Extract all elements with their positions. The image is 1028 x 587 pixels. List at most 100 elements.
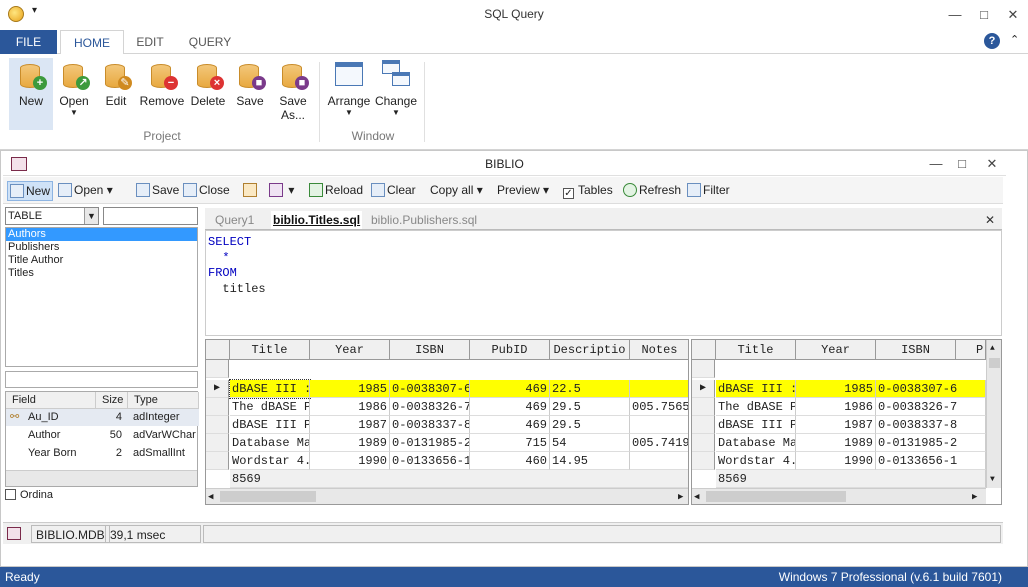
delete-button[interactable]: × Delete	[189, 58, 227, 128]
arrange-button[interactable]: Arrange ▼	[326, 58, 372, 128]
tab-biblio-titles[interactable]: biblio.Titles.sql	[271, 211, 363, 229]
grid-cell[interactable]: 1987	[796, 416, 876, 434]
scroll-left-arrow-icon[interactable]: ◀	[694, 490, 699, 504]
grid-cell[interactable]: dBASE III P	[716, 416, 796, 434]
scroll-up-arrow-icon[interactable]: ▲	[990, 344, 995, 353]
sql-editor[interactable]: SELECT * FROM titles	[205, 230, 1002, 336]
tab-edit[interactable]: EDIT	[128, 30, 172, 55]
close-tab-icon[interactable]: ✕	[985, 211, 995, 229]
scrollbar-thumb[interactable]	[706, 491, 846, 502]
grid-cell[interactable]: 715	[470, 434, 550, 452]
grid-cell[interactable]: 0-0133656-1	[876, 452, 986, 470]
ordina-checkbox[interactable]: Ordina	[5, 489, 53, 501]
toolbar-reload-button[interactable]: Reload	[309, 181, 363, 201]
grid-cell[interactable]: 1987	[310, 416, 390, 434]
table-list[interactable]: Authors Publishers Title Author Titles	[5, 227, 198, 367]
result-grid-1[interactable]: Title Year ISBN PubID Descriptio Notes ▶…	[205, 339, 689, 505]
grid-column-header[interactable]: Year	[310, 340, 390, 360]
change-button[interactable]: Change ▼	[374, 58, 418, 128]
tab-query1[interactable]: Query1	[215, 211, 254, 229]
grid-column-header[interactable]: Notes	[630, 340, 688, 360]
grid-cell[interactable]: 1986	[310, 398, 390, 416]
grid-cell[interactable]: 0-0131985-2	[390, 434, 470, 452]
table-list-item[interactable]: Publishers	[6, 241, 197, 254]
grid-cell[interactable]: 1990	[796, 452, 876, 470]
grid-column-header[interactable]: Title	[716, 340, 796, 360]
grid-cell[interactable]: 0-0131985-2	[876, 434, 986, 452]
grid-column-header[interactable]: Year	[796, 340, 876, 360]
grid-column-header[interactable]: ISBN	[390, 340, 470, 360]
grid-cell[interactable]: 1989	[796, 434, 876, 452]
edit-button[interactable]: ✎ Edit	[99, 58, 133, 128]
tab-query[interactable]: QUERY	[180, 30, 240, 55]
chevron-down-icon[interactable]: ▼	[84, 208, 98, 224]
tab-home[interactable]: HOME	[60, 30, 124, 55]
grid-cell[interactable]: 0-0038337-8	[876, 416, 986, 434]
grid-cell[interactable]: The dBASE P	[716, 398, 796, 416]
grid-cell[interactable]: 469	[470, 398, 550, 416]
type-column-header[interactable]: Type	[128, 392, 199, 409]
grid-cell[interactable]: 0-0038307-6	[390, 380, 470, 398]
grid-cell[interactable]: Wordstar 4.	[716, 452, 796, 470]
grid-cell[interactable]: 1985	[796, 380, 876, 398]
toolbar-save-button[interactable]: Save ▾	[136, 181, 189, 201]
scrollbar-thumb[interactable]	[989, 358, 1000, 368]
toolbar-copy-all-button[interactable]: Copy all ▾	[430, 181, 483, 201]
toolbar-open-button[interactable]: Open ▾	[58, 181, 113, 201]
result-grid-2[interactable]: Title Year ISBN P ▶ dBASE III : 1985 0-0…	[691, 339, 1002, 505]
tab-file[interactable]: FILE	[0, 30, 57, 54]
tab-biblio-publishers[interactable]: biblio.Publishers.sql	[371, 211, 477, 229]
grid-cell[interactable]	[630, 380, 688, 398]
grid-cell[interactable]: 1986	[796, 398, 876, 416]
grid-column-header[interactable]: Descriptio	[550, 340, 630, 360]
grid-cell[interactable]	[630, 452, 688, 470]
open-button[interactable]: ↗ Open ▼	[56, 58, 92, 128]
scroll-left-arrow-icon[interactable]: ◀	[208, 490, 213, 504]
grid-horizontal-scrollbar[interactable]: ◀ ▶	[206, 488, 688, 504]
help-icon[interactable]: ?	[984, 33, 1000, 49]
grid-cell[interactable]: 005.7419	[630, 434, 688, 452]
toolbar-tables-checkbox[interactable]: ✓ Tables	[563, 181, 613, 201]
save-as-button[interactable]: ■ Save As...	[274, 58, 312, 128]
grid-horizontal-scrollbar[interactable]: ◀ ▶	[692, 488, 986, 504]
grid-cell[interactable]: 1990	[310, 452, 390, 470]
grid-cell[interactable]: 29.5	[550, 416, 630, 434]
grid-cell[interactable]: dBASE III :	[229, 379, 311, 399]
grid-cell[interactable]: 0-0133656-1	[390, 452, 470, 470]
toolbar-close-button[interactable]: Close	[183, 181, 230, 201]
grid-cell[interactable]: Database Ma	[230, 434, 310, 452]
table-list-item[interactable]: Titles	[6, 267, 197, 280]
toolbar-filter-button[interactable]: Filter	[687, 181, 730, 201]
grid-cell[interactable]: Wordstar 4.	[230, 452, 310, 470]
scroll-right-arrow-icon[interactable]: ▶	[678, 490, 683, 504]
close-button[interactable]: ✕	[998, 4, 1028, 26]
grid-cell[interactable]: 1985	[310, 380, 390, 398]
field-filter-input[interactable]	[5, 371, 198, 388]
field-list-scrollbar[interactable]	[6, 470, 197, 486]
scroll-right-arrow-icon[interactable]: ▶	[972, 490, 977, 504]
grid-cell[interactable]: 0-0038326-7	[390, 398, 470, 416]
grid-cell[interactable]	[630, 416, 688, 434]
toolbar-export-button[interactable]: ▾	[269, 181, 294, 201]
table-list-item[interactable]: Title Author	[6, 254, 197, 267]
grid-cell[interactable]: 460	[470, 452, 550, 470]
ribbon-collapse-icon[interactable]: ⌃	[1010, 33, 1019, 46]
field-column-header[interactable]: Field	[6, 392, 96, 409]
grid-column-header[interactable]: ISBN	[876, 340, 956, 360]
grid-cell[interactable]: 0-0038307-6	[876, 380, 986, 398]
grid-vertical-scrollbar[interactable]: ▲ ▼	[986, 340, 1001, 488]
grid-cell[interactable]: dBASE III P	[230, 416, 310, 434]
grid-column-header[interactable]: Title	[230, 340, 310, 360]
save-button[interactable]: ■ Save	[233, 58, 267, 128]
grid-cell[interactable]: 29.5	[550, 398, 630, 416]
grid-column-header[interactable]: PubID	[470, 340, 550, 360]
toolbar-new-button[interactable]: New	[7, 181, 54, 201]
grid-cell[interactable]: 14.95	[550, 452, 630, 470]
scrollbar-thumb[interactable]	[220, 491, 316, 502]
child-maximize-button[interactable]: □	[947, 153, 977, 175]
grid-column-header[interactable]: P	[956, 340, 986, 360]
table-filter-input[interactable]	[103, 207, 198, 225]
child-close-button[interactable]: ✕	[977, 153, 1007, 175]
grid-cell[interactable]: 005.75657	[630, 398, 688, 416]
new-button[interactable]: + New	[9, 58, 53, 130]
